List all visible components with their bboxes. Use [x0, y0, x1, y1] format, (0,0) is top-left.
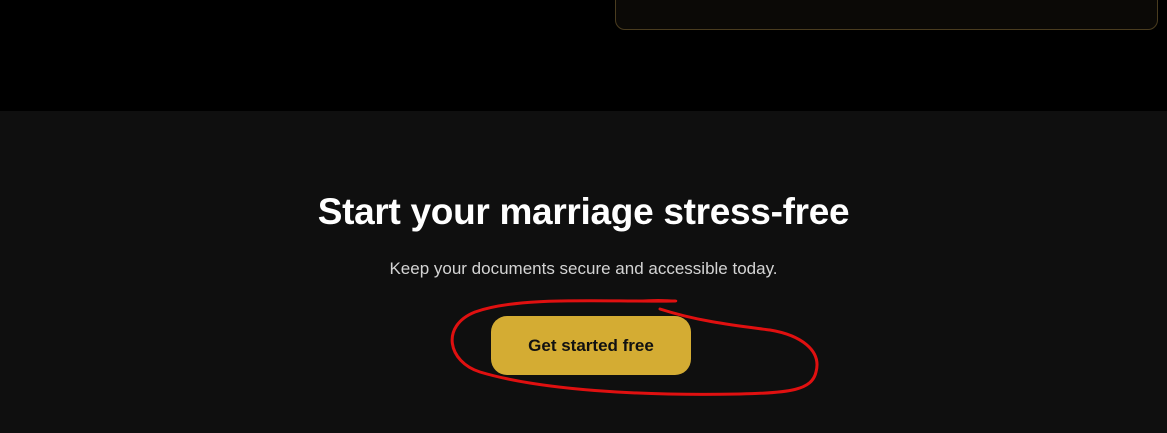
feature-card-fragment — [615, 0, 1158, 30]
cta-subtitle: Keep your documents secure and accessibl… — [389, 259, 778, 278]
cta-section: Start your marriage stress-free Keep you… — [0, 111, 1167, 433]
cta-title: Start your marriage stress-free — [317, 191, 850, 232]
get-started-button[interactable]: Get started free — [491, 316, 691, 375]
top-section — [0, 0, 1167, 111]
